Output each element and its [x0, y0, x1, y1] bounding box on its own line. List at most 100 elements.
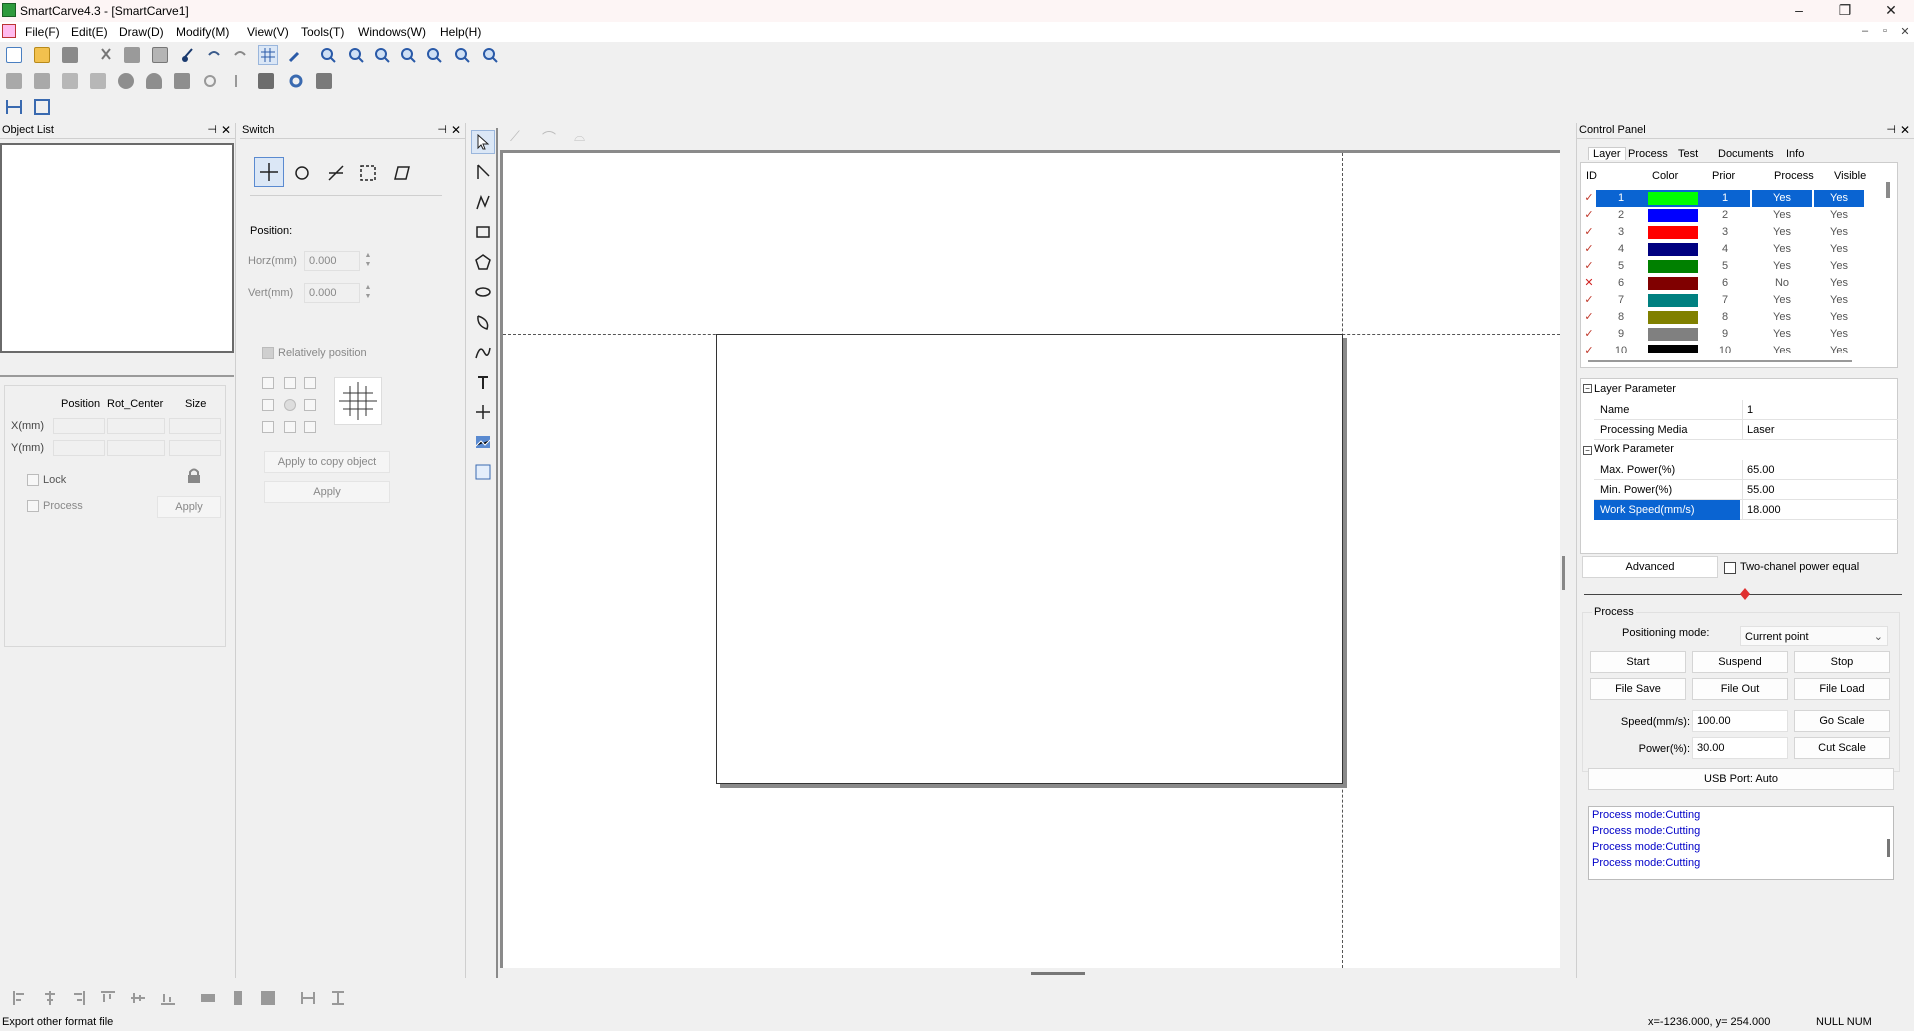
ellipse-tool-icon[interactable]	[471, 280, 495, 304]
redo-icon[interactable]	[230, 45, 250, 65]
align-right-icon[interactable]: ⌓	[574, 128, 594, 146]
panel-splitter[interactable]	[1562, 556, 1565, 590]
cloud-icon[interactable]	[144, 71, 164, 91]
x-position-field[interactable]	[53, 418, 105, 434]
tab-test[interactable]: Test	[1678, 148, 1698, 160]
lock-checkbox[interactable]	[27, 474, 39, 486]
zoom-out-icon[interactable]	[398, 45, 418, 65]
advanced-button[interactable]: Advanced	[1582, 556, 1718, 578]
panel-close-icon[interactable]: ✕	[221, 123, 231, 138]
layer-row[interactable]: ✓ 5 5 Yes Yes	[1582, 258, 1886, 275]
layer-row[interactable]: ✓ 1 1 Yes Yes	[1582, 190, 1886, 207]
restore-button[interactable]: ❐	[1822, 0, 1868, 22]
param-name-row[interactable]: Name 1	[1594, 400, 1898, 420]
param-min-power-value[interactable]: 55.00	[1742, 480, 1894, 500]
process-checkbox[interactable]	[27, 500, 39, 512]
anchor-top-left[interactable]	[262, 377, 274, 389]
param-name-value[interactable]: 1	[1742, 400, 1894, 420]
paste-icon[interactable]	[150, 45, 170, 65]
same-width-icon[interactable]	[198, 988, 218, 1008]
zoom-all-icon[interactable]	[452, 45, 472, 65]
param-media-row[interactable]: Processing Media Laser	[1594, 420, 1898, 440]
pin-icon[interactable]: ⊣	[437, 123, 447, 138]
layer-row[interactable]: ✓ 3 3 Yes Yes	[1582, 224, 1886, 241]
vectorize-tool-icon[interactable]	[471, 460, 495, 484]
file-save-button[interactable]: File Save	[1590, 678, 1686, 700]
layer-hscrollbar[interactable]	[1588, 360, 1852, 362]
panel-close-icon[interactable]: ✕	[451, 123, 461, 138]
align-bottom-icon[interactable]	[158, 988, 178, 1008]
new-file-icon[interactable]	[4, 45, 24, 65]
close-button[interactable]: ✕	[1868, 0, 1914, 22]
array-copy-icon[interactable]	[88, 71, 108, 91]
rotate-icon[interactable]	[290, 161, 314, 185]
tag-icon[interactable]	[172, 71, 192, 91]
object-list-box[interactable]	[0, 143, 234, 353]
copy-icon[interactable]	[122, 45, 142, 65]
x-size-field[interactable]	[169, 418, 221, 434]
tab-documents[interactable]: Documents	[1718, 148, 1774, 160]
horz-input[interactable]: 0.000	[304, 251, 360, 271]
log-scrollbar[interactable]	[1887, 839, 1890, 857]
power-slider-thumb[interactable]	[1740, 588, 1750, 600]
power-input[interactable]: 30.00	[1692, 737, 1788, 759]
apply-button[interactable]: Apply	[157, 496, 221, 518]
rectangle-tool-icon[interactable]	[471, 220, 495, 244]
collapse-icon[interactable]: −	[1583, 446, 1592, 455]
menu-file[interactable]: File(F)	[25, 25, 60, 39]
speed-input[interactable]: 100.00	[1692, 710, 1788, 732]
pin-icon[interactable]: ⊣	[1886, 123, 1896, 138]
y-size-field[interactable]	[169, 440, 221, 456]
combine-icon[interactable]	[32, 71, 52, 91]
two-channel-checkbox[interactable]	[1724, 562, 1736, 574]
layer-row[interactable]: ✓ 10 10 Yes Yes	[1582, 343, 1886, 353]
same-height-icon[interactable]	[228, 988, 248, 1008]
file-load-button[interactable]: File Load	[1794, 678, 1890, 700]
zoom-fit-icon[interactable]	[424, 45, 444, 65]
layer-row[interactable]: ✓ 2 2 Yes Yes	[1582, 207, 1886, 224]
array-icon[interactable]	[60, 71, 80, 91]
suspend-button[interactable]: Suspend	[1692, 651, 1788, 673]
y-rot-center-field[interactable]	[107, 440, 165, 456]
process-log[interactable]: Process mode:Cutting Process mode:Cuttin…	[1588, 806, 1894, 880]
minimize-button[interactable]: –	[1776, 0, 1822, 22]
settings-gear-icon[interactable]	[286, 71, 306, 91]
menu-help[interactable]: Help(H)	[440, 25, 481, 39]
fill-icon[interactable]	[116, 71, 136, 91]
layer-row[interactable]: ✓ 7 7 Yes Yes	[1582, 292, 1886, 309]
image-tool-icon[interactable]	[471, 430, 495, 454]
distribute-h-icon[interactable]	[298, 988, 318, 1008]
tools-icon[interactable]	[286, 45, 306, 65]
work-area-page[interactable]	[716, 334, 1343, 784]
menu-tools[interactable]: Tools(T)	[301, 25, 344, 39]
anchor-center[interactable]	[284, 399, 296, 411]
distribute-v-icon[interactable]	[328, 988, 348, 1008]
align-middle-icon[interactable]	[128, 988, 148, 1008]
align-left-edge-icon[interactable]	[10, 988, 30, 1008]
drawing-canvas[interactable]	[500, 150, 1560, 975]
text-tool-icon[interactable]	[471, 370, 495, 394]
zoom-plus-icon[interactable]	[372, 45, 392, 65]
anchor-middle-left[interactable]	[262, 399, 274, 411]
open-folder-icon[interactable]	[32, 45, 52, 65]
go-scale-button[interactable]: Go Scale	[1794, 710, 1890, 732]
cut-icon[interactable]	[96, 45, 116, 65]
scissor-icon[interactable]	[178, 45, 198, 65]
zoom-icon[interactable]	[318, 45, 338, 65]
stop-button[interactable]: Stop	[1794, 651, 1890, 673]
param-max-power-row[interactable]: Max. Power(%) 65.00	[1594, 460, 1898, 480]
anchor-bottom-left[interactable]	[262, 421, 274, 433]
apply-copy-button[interactable]: Apply to copy object	[264, 451, 390, 473]
layer-row[interactable]: ✓ 8 8 Yes Yes	[1582, 309, 1886, 326]
align-top-icon[interactable]	[98, 988, 118, 1008]
x-rot-center-field[interactable]	[107, 418, 165, 434]
param-speed-value[interactable]: 18.000	[1742, 500, 1894, 520]
align-left-icon[interactable]: ⟋	[510, 128, 530, 146]
tab-process[interactable]: Process	[1628, 148, 1668, 160]
usb-port-button[interactable]: USB Port: Auto	[1588, 768, 1894, 790]
pin-icon[interactable]: ⊣	[207, 123, 217, 138]
param-speed-row[interactable]: Work Speed(mm/s) 18.000	[1594, 500, 1898, 520]
vert-input[interactable]: 0.000	[304, 283, 360, 303]
measure-horizontal-icon[interactable]	[4, 97, 24, 117]
weld-icon[interactable]	[4, 71, 24, 91]
